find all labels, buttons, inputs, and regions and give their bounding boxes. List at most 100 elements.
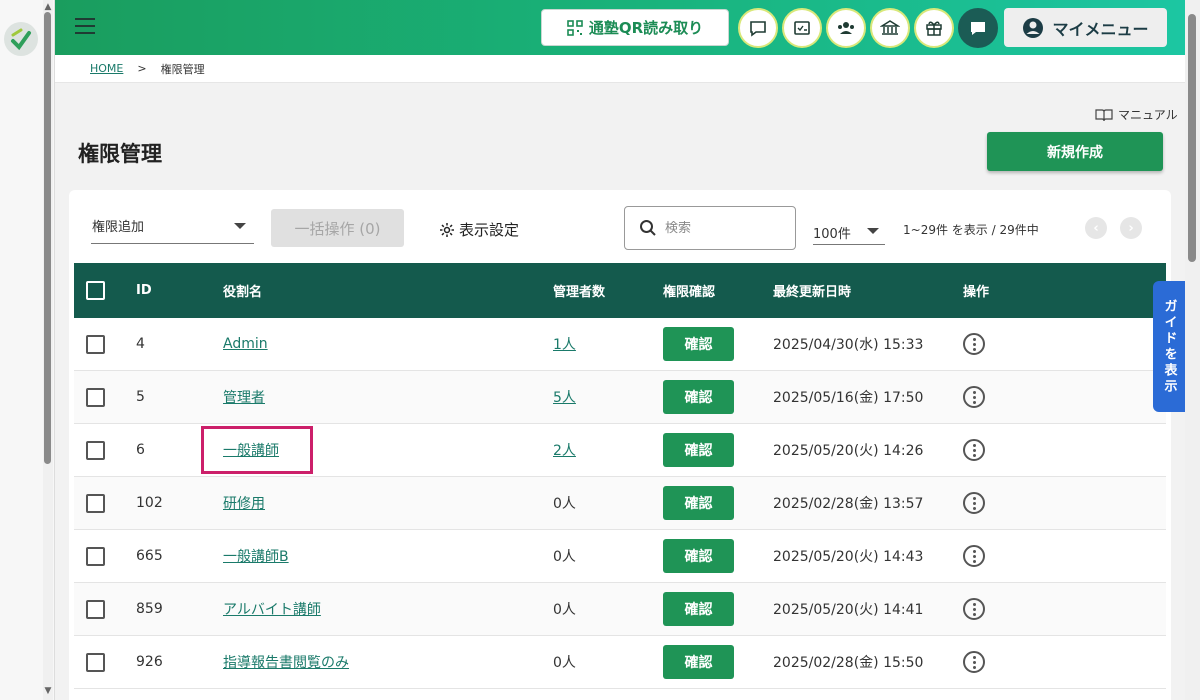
row-id: 5	[136, 389, 145, 405]
sidebar-scrollbar-thumb[interactable]	[44, 12, 51, 464]
table-header-row: ID 役割名 管理者数 権限確認 最終更新日時 操作	[74, 263, 1166, 318]
role-name-link[interactable]: 指導報告書閲覧のみ	[223, 655, 349, 671]
admin-count: 0人	[553, 602, 576, 618]
my-menu-button[interactable]: マイメニュー	[1004, 8, 1167, 47]
admin-count[interactable]: 1人	[553, 337, 576, 353]
role-name-link[interactable]: 管理者	[223, 390, 265, 406]
confirm-button[interactable]: 確認	[663, 380, 734, 414]
new-create-button[interactable]: 新規作成	[987, 132, 1163, 171]
search-field[interactable]	[624, 206, 796, 250]
breadcrumb: HOME > 権限管理	[55, 55, 1185, 83]
row-id: 4	[136, 336, 145, 352]
qr-scan-button[interactable]: 通塾QR読み取り	[541, 9, 729, 46]
confirm-button[interactable]: 確認	[663, 486, 734, 520]
gift-icon[interactable]	[914, 8, 954, 48]
more-options-icon[interactable]	[963, 386, 985, 408]
more-options-icon[interactable]	[963, 651, 985, 673]
role-name-link[interactable]: アルバイト講師	[223, 602, 321, 618]
top-header: 通塾QR読み取り マイメニュー	[55, 0, 1185, 55]
header-role: 役割名	[223, 285, 263, 300]
permission-add-select[interactable]: 権限追加	[91, 208, 254, 244]
updated-datetime: 2025/04/30(水) 15:33	[773, 337, 924, 353]
confirm-button[interactable]: 確認	[663, 645, 734, 679]
bulk-action-button[interactable]: 一括操作 (0)	[271, 209, 404, 247]
qr-scan-label: 通塾QR読み取り	[588, 19, 704, 37]
scroll-down-icon[interactable]: ▼	[43, 686, 53, 696]
display-settings-label: 表示設定	[459, 221, 520, 239]
table-row: 665 一般講師B 0人 確認 2025/05/20(火) 14:43	[74, 530, 1166, 583]
search-input[interactable]	[665, 220, 775, 236]
confirm-button[interactable]: 確認	[663, 433, 734, 467]
header-id: ID	[136, 283, 152, 298]
more-options-icon[interactable]	[963, 439, 985, 461]
more-options-icon[interactable]	[963, 545, 985, 567]
header-ops: 操作	[963, 285, 990, 300]
select-all-checkbox[interactable]	[86, 281, 105, 300]
per-page-select[interactable]: 100件	[813, 216, 885, 245]
admin-count[interactable]: 2人	[553, 443, 576, 459]
header-updated: 最終更新日時	[773, 285, 852, 300]
list-card: 権限追加 一括操作 (0) 表示設定 100件 1~29件 を表示 / 29件中…	[69, 190, 1171, 700]
guide-tab[interactable]: ガイドを表示	[1153, 281, 1185, 412]
breadcrumb-current: 権限管理	[160, 62, 205, 76]
role-name-link[interactable]: Admin	[223, 336, 268, 352]
updated-datetime: 2025/02/28(金) 15:50	[773, 655, 924, 671]
row-checkbox[interactable]	[86, 334, 105, 354]
table-row: 5 管理者 5人 確認 2025/05/16(金) 17:50	[74, 371, 1166, 424]
table-row: 4 Admin 1人 確認 2025/04/30(水) 15:33	[74, 318, 1166, 371]
message-icon[interactable]	[958, 8, 998, 48]
confirm-button[interactable]: 確認	[663, 539, 734, 573]
page-scrollbar-thumb[interactable]	[1188, 14, 1196, 262]
header-admins: 管理者数	[553, 285, 606, 300]
chat-icon[interactable]	[738, 8, 778, 48]
users-icon[interactable]	[826, 8, 866, 48]
book-icon	[1095, 108, 1113, 121]
admin-count: 0人	[553, 496, 576, 512]
confirm-button[interactable]: 確認	[663, 592, 734, 626]
row-checkbox[interactable]	[86, 387, 105, 407]
updated-datetime: 2025/05/20(火) 14:26	[773, 443, 924, 459]
scroll-up-icon[interactable]: ▲	[43, 2, 53, 12]
more-options-icon[interactable]	[963, 598, 985, 620]
table-row: 859 アルバイト講師 0人 確認 2025/05/20(火) 14:41	[74, 583, 1166, 636]
header-confirm: 権限確認	[663, 285, 716, 300]
prev-page-icon[interactable]: ‹	[1085, 217, 1107, 239]
hamburger-menu-icon[interactable]	[75, 18, 95, 34]
role-name-link[interactable]: 一般講師B	[223, 549, 289, 565]
updated-datetime: 2025/05/20(火) 14:41	[773, 602, 924, 618]
row-id: 102	[136, 495, 163, 511]
role-name-link[interactable]: 研修用	[223, 496, 265, 512]
breadcrumb-home-link[interactable]: HOME	[90, 62, 123, 75]
roles-table: ID 役割名 管理者数 権限確認 最終更新日時 操作 4 Admin 1人 確認…	[74, 263, 1166, 689]
pagination-range-text: 1~29件 を表示 / 29件中	[903, 223, 1039, 237]
permission-add-value: 権限追加	[92, 220, 145, 235]
account-icon	[1023, 17, 1044, 38]
display-settings-button[interactable]: 表示設定	[439, 219, 519, 240]
confirm-button[interactable]: 確認	[663, 327, 734, 361]
my-menu-label: マイメニュー	[1052, 19, 1149, 39]
gear-icon	[440, 222, 454, 237]
per-page-value: 100件	[813, 227, 851, 242]
manual-link[interactable]: マニュアル	[1095, 106, 1178, 123]
row-checkbox[interactable]	[86, 440, 105, 460]
search-icon	[640, 220, 656, 236]
table-row: 926 指導報告書閲覧のみ 0人 確認 2025/02/28(金) 15:50	[74, 636, 1166, 689]
bank-icon[interactable]	[870, 8, 910, 48]
updated-datetime: 2025/05/20(火) 14:43	[773, 549, 924, 565]
more-options-icon[interactable]	[963, 333, 985, 355]
report-icon[interactable]	[782, 8, 822, 48]
qr-code-icon	[567, 19, 583, 36]
row-checkbox[interactable]	[86, 599, 105, 619]
table-row: 102 研修用 0人 確認 2025/02/28(金) 13:57	[74, 477, 1166, 530]
row-id: 665	[136, 548, 163, 564]
next-page-icon[interactable]: ›	[1120, 217, 1142, 239]
more-options-icon[interactable]	[963, 492, 985, 514]
row-checkbox[interactable]	[86, 493, 105, 513]
app-logo-icon[interactable]	[4, 22, 38, 56]
manual-label: マニュアル	[1118, 108, 1178, 122]
row-checkbox[interactable]	[86, 652, 105, 672]
page-title: 権限管理	[78, 142, 162, 166]
breadcrumb-separator: >	[137, 62, 147, 75]
admin-count[interactable]: 5人	[553, 390, 576, 406]
row-checkbox[interactable]	[86, 546, 105, 566]
